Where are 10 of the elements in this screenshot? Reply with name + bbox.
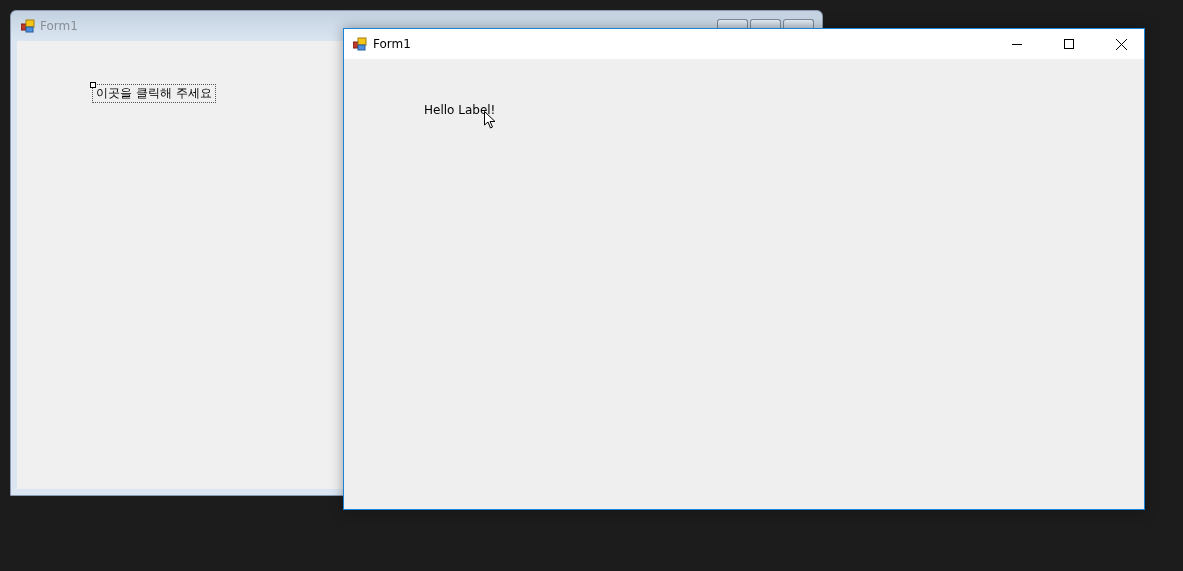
maximize-icon [1064,39,1074,49]
close-button[interactable] [783,19,814,28]
app-icon [353,37,367,51]
label-control[interactable]: 이곳을 클릭해 주세요 [92,84,216,103]
app-icon [21,19,35,33]
hello-label: Hello Label! [424,103,496,117]
window-title: Form1 [373,37,412,51]
close-icon [1115,38,1127,50]
minimize-button[interactable] [717,19,748,28]
window-title: Form1 [40,19,78,33]
